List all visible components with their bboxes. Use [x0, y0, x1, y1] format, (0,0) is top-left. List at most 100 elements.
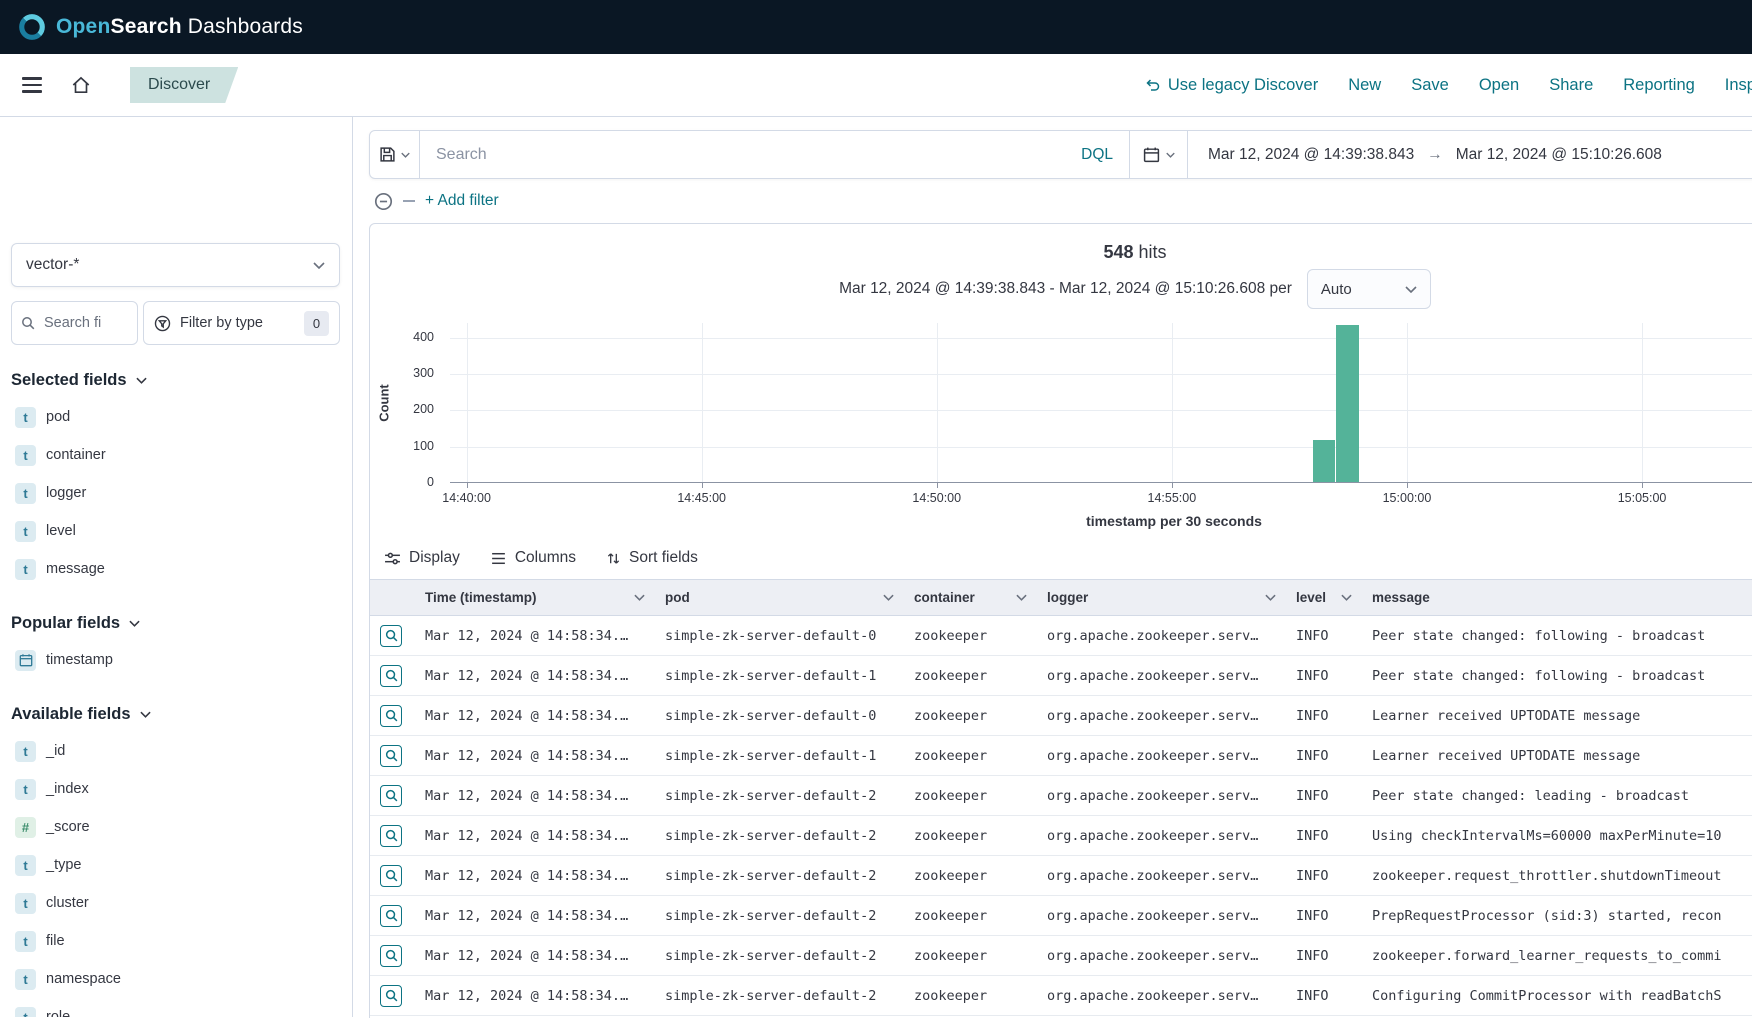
index-pattern-select[interactable]: vector-* [11, 243, 340, 287]
magnifier-icon [385, 749, 398, 762]
field-item-logger[interactable]: tlogger [11, 474, 340, 512]
nav-link-inspect[interactable]: Inspect [1725, 76, 1752, 95]
field-item-timestamp[interactable]: timestamp [11, 641, 340, 679]
search-input[interactable] [434, 145, 1051, 165]
cell-logger: org.apache.zookeeper.serv… [1037, 656, 1286, 696]
display-button[interactable]: Display [384, 549, 460, 567]
query-language-button[interactable]: DQL [1065, 131, 1130, 178]
section-selected-fields[interactable]: Selected fields [11, 371, 340, 390]
query-bar: DQL Mar 12, 2024 @ 14:39:38.843 → Mar 12… [369, 130, 1752, 179]
interval-select[interactable]: Auto [1307, 269, 1431, 309]
inspect-document-button[interactable] [380, 745, 402, 767]
text-field-icon: t [15, 483, 36, 504]
field-name: _index [46, 781, 89, 797]
magnifier-icon [385, 709, 398, 722]
column-header-pod[interactable]: pod [655, 580, 904, 616]
table-row: Mar 12, 2024 @ 14:58:34.…simple-zk-serve… [370, 856, 1752, 896]
circle-minus-icon[interactable] [374, 192, 393, 211]
field-search-box [11, 301, 138, 345]
field-name: role [46, 1009, 70, 1017]
nav-link-open[interactable]: Open [1479, 76, 1519, 95]
gridline [450, 410, 1752, 411]
field-item-namespace[interactable]: tnamespace [11, 960, 340, 998]
inspect-document-button[interactable] [380, 945, 402, 967]
section-popular-fields[interactable]: Popular fields [11, 614, 340, 633]
field-search-input[interactable] [42, 314, 128, 332]
histogram-plot[interactable]: 14:40:0014:45:0014:50:0014:55:0015:00:00… [450, 323, 1752, 483]
cell-pod: simple-zk-server-default-2 [655, 976, 904, 1016]
inspect-document-button[interactable] [380, 625, 402, 647]
field-item-container[interactable]: tcontainer [11, 436, 340, 474]
chevron-down-icon [401, 152, 410, 158]
date-picker-button[interactable] [1130, 131, 1188, 178]
field-item-pod[interactable]: tpod [11, 398, 340, 436]
cell-message: PrepRequestProcessor (sid:3) started, re… [1362, 896, 1752, 936]
cell-level: INFO [1286, 976, 1362, 1016]
cell-message: Peer state changed: following - broadcas… [1362, 616, 1752, 656]
inspect-document-button[interactable] [380, 705, 402, 727]
field-item-message[interactable]: tmessage [11, 550, 340, 588]
saved-query-menu-button[interactable] [370, 131, 420, 178]
column-header-container[interactable]: container [904, 580, 1037, 616]
opensearch-logo[interactable]: OpenSearch Dashboards [18, 13, 303, 41]
date-range-start[interactable]: Mar 12, 2024 @ 14:39:38.843 [1208, 146, 1414, 164]
x-tick-label: 14:45:00 [662, 491, 742, 505]
section-available-fields[interactable]: Available fields [11, 705, 340, 724]
expand-cell [370, 776, 415, 816]
column-header-logger[interactable]: logger [1037, 580, 1286, 616]
discover-main: DQL Mar 12, 2024 @ 14:39:38.843 → Mar 12… [353, 117, 1752, 1017]
columns-button[interactable]: Columns [490, 549, 576, 567]
interval-value: Auto [1321, 281, 1352, 298]
cell-time: Mar 12, 2024 @ 14:58:34.… [415, 696, 655, 736]
cell-pod: simple-zk-server-default-0 [655, 696, 904, 736]
date-range-end[interactable]: Mar 12, 2024 @ 15:10:26.608 [1456, 146, 1662, 164]
inspect-document-button[interactable] [380, 905, 402, 927]
nav-link-save[interactable]: Save [1411, 76, 1449, 95]
chevron-down-icon [313, 262, 325, 269]
sidebar-controls: Filter by type 0 [11, 301, 340, 345]
magnifier-icon [385, 789, 398, 802]
magnifier-icon [385, 629, 398, 642]
cell-message: Peer state changed: leading - broadcast [1362, 776, 1752, 816]
nav-link-use-legacy-discover[interactable]: Use legacy Discover [1145, 76, 1318, 95]
inspect-document-button[interactable] [380, 865, 402, 887]
sidebar-sections: Selected fields tpodtcontainertloggertlev… [11, 371, 340, 1017]
hits-count-line: 548 hits [370, 242, 1752, 263]
field-item-index[interactable]: t_index [11, 770, 340, 808]
add-filter-button[interactable]: + Add filter [425, 192, 499, 210]
column-header-level[interactable]: level [1286, 580, 1362, 616]
search-icon [21, 316, 35, 330]
inspect-document-button[interactable] [380, 785, 402, 807]
field-item-file[interactable]: tfile [11, 922, 340, 960]
menu-icon[interactable] [18, 73, 46, 97]
y-tick-label: 0 [427, 475, 434, 489]
chevron-down-icon [883, 594, 894, 601]
filter-by-type-button[interactable]: Filter by type 0 [143, 301, 340, 345]
field-item-role[interactable]: trole [11, 998, 340, 1017]
column-header-time[interactable]: Time (timestamp) [415, 580, 655, 616]
cell-level: INFO [1286, 736, 1362, 776]
inspect-document-button[interactable] [380, 985, 402, 1007]
inspect-document-button[interactable] [380, 665, 402, 687]
axis-tick [937, 483, 938, 488]
nav-toolbar: Discover Use legacy Discover New Save Open S… [0, 54, 1752, 117]
cell-level: INFO [1286, 656, 1362, 696]
nav-link-new[interactable]: New [1348, 76, 1381, 95]
home-icon[interactable] [66, 70, 96, 100]
sort-fields-button[interactable]: Sort fields [606, 549, 698, 567]
sort-icon [606, 551, 621, 566]
cell-time: Mar 12, 2024 @ 14:58:34.… [415, 976, 655, 1016]
field-item-id[interactable]: t_id [11, 732, 340, 770]
breadcrumb[interactable]: Discover [130, 67, 238, 103]
field-item-level[interactable]: tlevel [11, 512, 340, 550]
field-item-score[interactable]: #_score [11, 808, 340, 846]
nav-link-reporting[interactable]: Reporting [1623, 76, 1695, 95]
field-item-type[interactable]: t_type [11, 846, 340, 884]
nav-link-share[interactable]: Share [1549, 76, 1593, 95]
cell-message: Peer state changed: following - broadcas… [1362, 656, 1752, 696]
histogram-bar[interactable] [1336, 325, 1359, 482]
column-header-message[interactable]: message [1362, 580, 1752, 616]
inspect-document-button[interactable] [380, 825, 402, 847]
histogram-bar[interactable] [1313, 440, 1336, 482]
field-item-cluster[interactable]: tcluster [11, 884, 340, 922]
